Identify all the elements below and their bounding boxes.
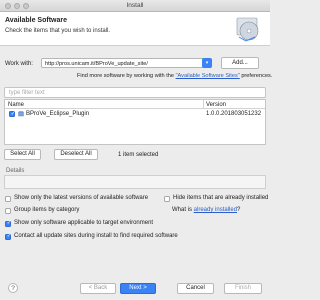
cancel-button[interactable]: Cancel [177, 283, 214, 294]
row-name: BProVe_Eclipse_Plugin [26, 110, 90, 117]
wizard-footer: ? < Back Next > Cancel Finish [0, 278, 270, 300]
what-is-installed-text: What is already installed? [172, 207, 240, 213]
contact-sites-checkbox[interactable] [5, 233, 11, 240]
deselect-all-button[interactable]: Deselect All [54, 149, 98, 160]
selection-count: 1 item selected [118, 152, 159, 158]
back-button[interactable]: < Back [80, 283, 116, 294]
select-all-button[interactable]: Select All [4, 149, 41, 160]
hide-installed-checkbox[interactable] [164, 195, 170, 202]
group-by-category-checkbox[interactable] [5, 207, 11, 214]
available-software-sites-link[interactable]: "Available Software Sites" [176, 73, 240, 79]
help-icon[interactable]: ? [8, 283, 18, 293]
already-installed-link[interactable]: already installed [194, 207, 237, 213]
page-subtitle: Check the items that you wish to install… [5, 28, 111, 34]
wizard-header: Available Software Check the items that … [0, 12, 270, 46]
filter-input[interactable]: type filter text [4, 87, 266, 98]
chevron-down-icon[interactable]: ▾ [202, 58, 212, 68]
page-title: Available Software [5, 17, 67, 24]
details-label: Details [6, 168, 25, 174]
table-row[interactable]: BProVe_Eclipse_Plugin 1.0.0.201803051232 [5, 109, 265, 119]
contact-sites-label: Contact all update sites during install … [14, 233, 178, 239]
install-disc-icon [236, 17, 259, 42]
find-more-suffix: preferences. [239, 73, 273, 79]
plugin-icon [18, 111, 24, 117]
applicable-only-label: Show only software applicable to target … [14, 220, 154, 226]
add-site-button[interactable]: Add... [221, 57, 259, 69]
what-is-suffix: ? [237, 207, 241, 213]
title-bar: Install [0, 0, 270, 12]
software-table: Name Version BProVe_Eclipse_Plugin 1.0.0… [4, 99, 266, 145]
column-header-name[interactable]: Name [8, 102, 24, 108]
work-with-label: Work with: [5, 61, 33, 67]
row-version: 1.0.0.201803051232 [206, 110, 262, 117]
group-by-category-label: Group items by category [14, 207, 80, 213]
find-more-text: Find more software by working with the "… [77, 73, 272, 79]
finish-button[interactable]: Finish [224, 283, 262, 294]
latest-only-label: Show only the latest versions of availab… [14, 195, 149, 201]
find-more-prefix: Find more software by working with the [77, 73, 176, 79]
table-header: Name Version [5, 100, 265, 109]
what-is-prefix: What is [172, 207, 194, 213]
row-checkbox[interactable] [9, 111, 15, 117]
next-button[interactable]: Next > [120, 283, 156, 294]
hide-installed-label: Hide items that are already installed [173, 195, 269, 201]
latest-only-checkbox[interactable] [5, 195, 11, 202]
window-title: Install [126, 2, 144, 9]
applicable-only-checkbox[interactable] [5, 220, 11, 227]
work-with-combo[interactable]: http://pros.unicam.it/BProVe_update_site… [41, 58, 211, 68]
column-header-version[interactable]: Version [206, 102, 226, 108]
details-panel [4, 175, 266, 189]
